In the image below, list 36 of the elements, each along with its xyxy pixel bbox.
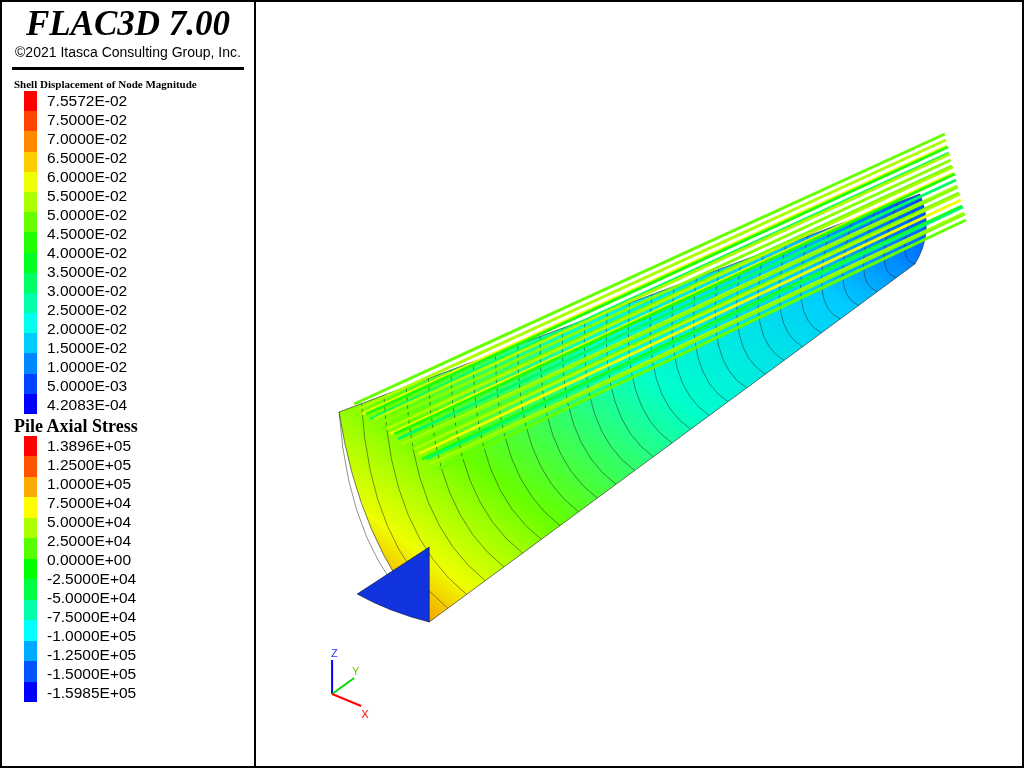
app-title: FLAC3D 7.00 (24, 4, 232, 44)
legend-title: Pile Axial Stress (14, 416, 139, 436)
legend-value: -1.0000E+05 (47, 626, 137, 645)
legend-value: 1.0000E-02 (47, 357, 128, 376)
legend-value: -2.5000E+04 (47, 569, 137, 588)
legend-value: 6.5000E-02 (47, 148, 128, 167)
legend-value: -1.5000E+05 (47, 664, 137, 683)
legend-value: 1.5000E-02 (47, 338, 128, 357)
legend-value: 5.0000E-02 (47, 205, 128, 224)
legend-value: 1.3896E+05 (47, 436, 133, 455)
legend-value: 4.5000E-02 (47, 224, 128, 243)
legend-value: 4.0000E-02 (47, 243, 128, 262)
legend-value: 3.0000E-02 (47, 281, 128, 300)
legend-value: -1.2500E+05 (47, 645, 137, 664)
legend-value: 7.0000E-02 (47, 129, 128, 148)
legend-value: 1.2500E+05 (47, 455, 133, 474)
legend-value: -5.0000E+04 (47, 588, 137, 607)
legend-value: 7.5572E-02 (47, 91, 128, 110)
legend-value: 6.0000E-02 (47, 167, 128, 186)
legend-value: 5.5000E-02 (47, 186, 128, 205)
legend-value: 5.0000E-03 (47, 376, 128, 395)
legend-value: 0.0000E+00 (47, 550, 133, 569)
copyright-text: ©2021 Itasca Consulting Group, Inc. (14, 44, 242, 60)
legend-value: -1.5985E+05 (47, 683, 137, 702)
axis-triad-drawing: Z Y X (331, 647, 369, 720)
legend-value: 7.5000E-02 (47, 110, 128, 129)
legend-value: 2.0000E-02 (47, 319, 128, 338)
legend-value: -7.5000E+04 (47, 607, 137, 626)
legend-value: 1.0000E+05 (47, 474, 133, 493)
legend-value: 5.0000E+04 (47, 512, 133, 531)
legend-value: 2.5000E+04 (47, 531, 133, 550)
legend-title: Shell Displacement of Node Magnitude (14, 78, 198, 91)
legend-value: 2.5000E-02 (47, 300, 128, 319)
legend-value: 7.5000E+04 (47, 493, 133, 512)
legend-value: 4.2083E-04 (47, 395, 128, 414)
legend-value: 3.5000E-02 (47, 262, 128, 281)
